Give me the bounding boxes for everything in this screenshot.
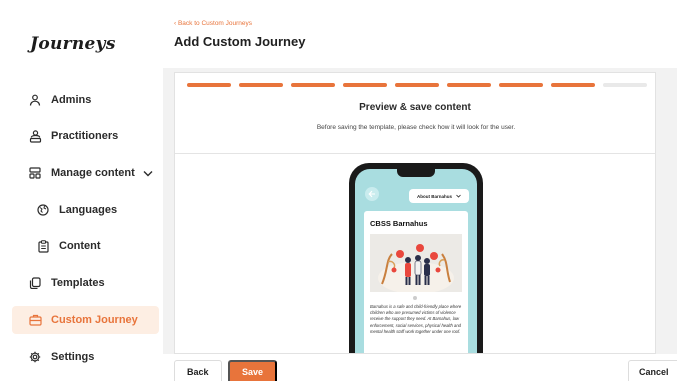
progress-step xyxy=(551,83,595,87)
briefcase-icon xyxy=(28,313,42,327)
phone-select-value: About Barnahus xyxy=(416,193,452,199)
progress-steps xyxy=(187,83,647,87)
sidebar-item-label: Admins xyxy=(51,94,92,106)
app-logo: Journeys xyxy=(30,34,116,54)
illustration-image xyxy=(370,234,462,292)
sidebar-item-practitioners[interactable]: Practitioners xyxy=(12,122,159,150)
divider xyxy=(175,153,655,154)
chevron-down-icon[interactable] xyxy=(143,170,153,177)
sidebar-item-manage-content[interactable]: Manage content xyxy=(12,159,159,187)
sidebar-item-label: Settings xyxy=(51,351,95,363)
progress-step xyxy=(395,83,439,87)
back-to-custom-journeys-link[interactable]: ‹ Back to Custom Journeys xyxy=(174,20,252,27)
card-title: Preview & save content xyxy=(359,102,471,113)
user-icon xyxy=(28,93,42,107)
progress-step xyxy=(291,83,335,87)
phone-topic-select[interactable]: About Barnahus xyxy=(409,189,469,203)
progress-step xyxy=(239,83,283,87)
carousel-dot[interactable] xyxy=(413,296,417,300)
sidebar-item-settings[interactable]: Settings xyxy=(12,343,159,371)
phone-notch xyxy=(397,169,435,177)
sidebar: Journeys Admins Practitioners Manage con… xyxy=(0,0,163,381)
sidebar-item-label: Practitioners xyxy=(51,130,119,142)
save-button[interactable]: Save xyxy=(228,360,278,381)
progress-step xyxy=(187,83,231,87)
copy-icon xyxy=(28,276,42,290)
card-description: Before saving the template, please check… xyxy=(316,124,516,131)
phone-screen: About Barnahus CBSS Barnahus Barnahus is… xyxy=(355,169,477,353)
chevron-down-icon xyxy=(456,194,461,198)
sidebar-item-label: Templates xyxy=(51,277,105,289)
back-button[interactable]: Back xyxy=(174,360,222,381)
arrow-left-icon[interactable] xyxy=(365,187,379,201)
cancel-button[interactable]: Cancel xyxy=(628,360,677,381)
preview-card: Preview & save content Before saving the… xyxy=(174,72,656,354)
page-title: Add Custom Journey xyxy=(174,34,306,49)
sidebar-item-label: Content xyxy=(59,240,101,252)
gear-icon xyxy=(28,350,42,364)
progress-step xyxy=(343,83,387,87)
phone-content-card: CBSS Barnahus Barnahus is a safe and chi… xyxy=(364,211,468,353)
sidebar-item-label: Custom Journey xyxy=(51,314,138,326)
phone-body-text: Barnahus is a safe and child-friendly pl… xyxy=(370,304,462,334)
progress-step xyxy=(499,83,543,87)
sidebar-item-templates[interactable]: Templates xyxy=(12,269,159,297)
users-icon xyxy=(28,129,42,143)
progress-step xyxy=(603,83,647,87)
app: Journeys Admins Practitioners Manage con… xyxy=(0,0,677,381)
sidebar-item-label: Manage content xyxy=(51,167,135,179)
sidebar-item-languages[interactable]: Languages xyxy=(12,196,159,224)
sidebar-item-label: Languages xyxy=(59,204,118,216)
content-icon xyxy=(28,166,42,180)
phone-preview: About Barnahus CBSS Barnahus Barnahus is… xyxy=(349,163,483,353)
sidebar-item-custom-journey[interactable]: Custom Journey xyxy=(12,306,159,334)
globe-icon xyxy=(36,203,50,217)
sidebar-item-admins[interactable]: Admins xyxy=(12,86,159,114)
clipboard-icon xyxy=(36,239,50,253)
phone-content-title: CBSS Barnahus xyxy=(370,219,428,228)
sidebar-item-content[interactable]: Content xyxy=(12,232,159,260)
progress-step xyxy=(447,83,491,87)
